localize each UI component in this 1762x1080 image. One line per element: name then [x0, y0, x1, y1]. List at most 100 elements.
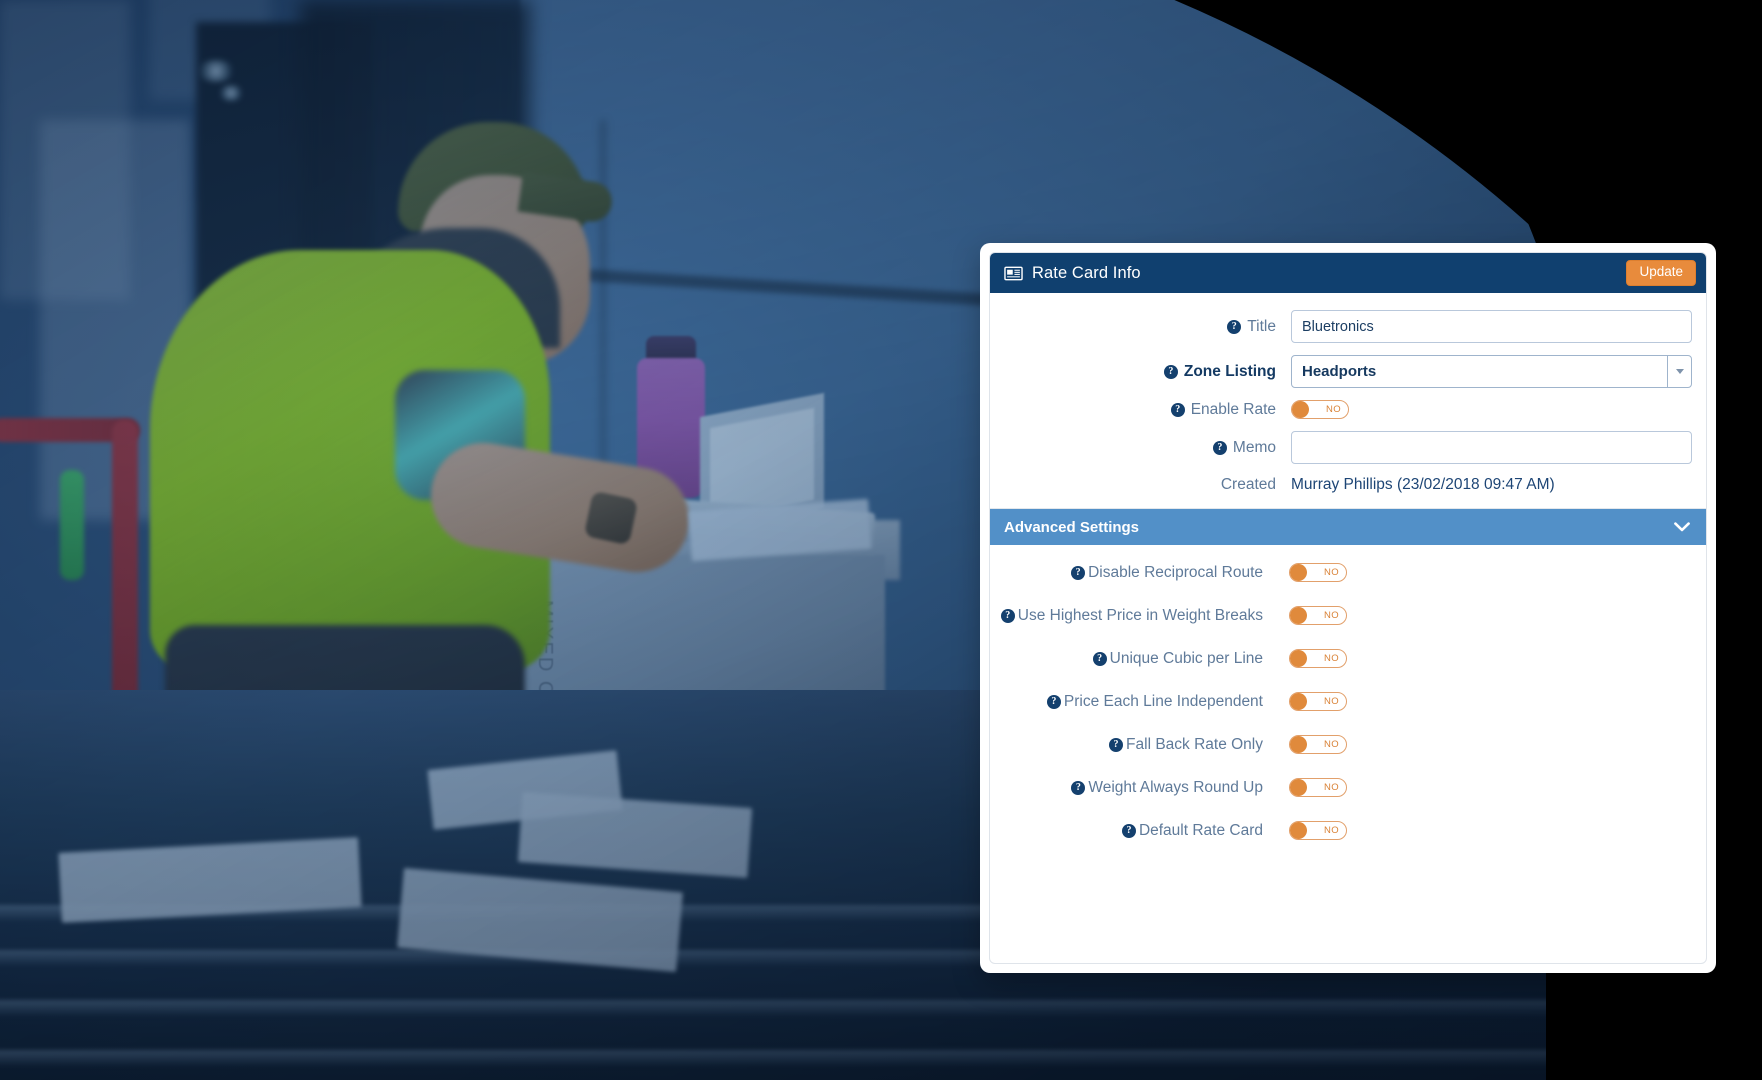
- label-zone-listing: ? Zone Listing: [1004, 363, 1291, 381]
- advanced-settings-title: Advanced Settings: [1004, 518, 1140, 536]
- use-highest-price-in-weight-breaks-toggle[interactable]: NO: [1289, 606, 1347, 625]
- control-memo: [1291, 431, 1692, 464]
- help-icon-zone-listing[interactable]: ?: [1163, 364, 1178, 379]
- control-created: Murray Phillips (23/02/2018 09:47 AM): [1291, 476, 1692, 494]
- control-price-each-line-independent: NO: [1263, 692, 1692, 711]
- zone-listing-value: Headports: [1302, 363, 1377, 380]
- label-enable-rate-text: Enable Rate: [1190, 400, 1276, 418]
- label-default-rate-card: ? Default Rate Card: [1004, 822, 1263, 840]
- id-card-icon: [1004, 266, 1023, 280]
- label-title: ? Title: [1004, 318, 1291, 336]
- zone-listing-select[interactable]: Headports: [1291, 355, 1692, 388]
- help-icon-weight-always-round-up[interactable]: ?: [1071, 780, 1086, 795]
- label-disable-reciprocal-route: ? Disable Reciprocal Route: [1004, 564, 1263, 582]
- zone-listing-dropdown-button[interactable]: [1667, 356, 1691, 387]
- title-input[interactable]: [1291, 310, 1692, 343]
- control-weight-always-round-up: NO: [1263, 778, 1692, 797]
- enable-rate-toggle[interactable]: NO: [1291, 400, 1349, 419]
- label-weight-always-round-up: ? Weight Always Round Up: [1004, 779, 1263, 797]
- update-button[interactable]: Update: [1626, 260, 1696, 286]
- label-created: Created: [1004, 476, 1291, 494]
- advanced-row-default-rate-card: ? Default Rate Card NO: [1004, 821, 1692, 840]
- label-unique-cubic-per-line: ? Unique Cubic per Line: [1004, 650, 1263, 668]
- rate-card-panel-frame: Rate Card Info Update ? Title ? Zone Lis…: [980, 243, 1716, 973]
- label-enable-rate: ? Enable Rate: [1004, 401, 1291, 419]
- unique-cubic-per-line-toggle[interactable]: NO: [1289, 649, 1347, 668]
- label-disable-reciprocal-route-text: Disable Reciprocal Route: [1088, 563, 1263, 581]
- help-icon-use-highest-price-in-weight-breaks[interactable]: ?: [1000, 608, 1015, 623]
- help-icon-disable-reciprocal-route[interactable]: ?: [1071, 565, 1086, 580]
- help-icon-price-each-line-independent[interactable]: ?: [1046, 694, 1061, 709]
- created-value: Murray Phillips (23/02/2018 09:47 AM): [1291, 476, 1555, 493]
- enable-rate-toggle-state: NO: [1325, 404, 1341, 415]
- toggle-knob: [1290, 736, 1307, 753]
- toggle-knob: [1290, 607, 1307, 624]
- advanced-row-fall-back-rate-only: ? Fall Back Rate Only NO: [1004, 735, 1692, 754]
- toggle-knob: [1290, 693, 1307, 710]
- help-icon-unique-cubic-per-line[interactable]: ?: [1092, 651, 1107, 666]
- label-fall-back-rate-only: ? Fall Back Rate Only: [1004, 736, 1263, 754]
- help-icon-default-rate-card[interactable]: ?: [1121, 823, 1136, 838]
- label-price-each-line-independent-text: Price Each Line Independent: [1063, 692, 1263, 710]
- price-each-line-independent-toggle[interactable]: NO: [1289, 692, 1347, 711]
- field-row-title: ? Title: [1004, 310, 1692, 343]
- help-icon-title[interactable]: ?: [1227, 319, 1242, 334]
- weight-always-round-up-toggle[interactable]: NO: [1289, 778, 1347, 797]
- label-created-text: Created: [1220, 476, 1276, 493]
- advanced-settings-body: ? Disable Reciprocal Route NO ? Use High…: [990, 545, 1706, 840]
- field-row-enable-rate: ? Enable Rate NO: [1004, 400, 1692, 419]
- control-zone-listing: Headports: [1291, 355, 1692, 388]
- default-rate-card-toggle[interactable]: NO: [1289, 821, 1347, 840]
- toggle-knob: [1290, 650, 1307, 667]
- advanced-settings-section: Advanced Settings ? Disable Reciprocal R…: [990, 508, 1706, 840]
- fall-back-rate-only-toggle[interactable]: NO: [1289, 735, 1347, 754]
- toggle-knob: [1292, 401, 1309, 418]
- control-unique-cubic-per-line: NO: [1263, 649, 1692, 668]
- panel-header: Rate Card Info Update: [990, 253, 1706, 293]
- control-title: [1291, 310, 1692, 343]
- memo-input[interactable]: [1291, 431, 1692, 464]
- unique-cubic-per-line-toggle-state: NO: [1323, 653, 1339, 664]
- label-fall-back-rate-only-text: Fall Back Rate Only: [1126, 735, 1263, 753]
- default-rate-card-toggle-state: NO: [1323, 825, 1339, 836]
- label-price-each-line-independent: ? Price Each Line Independent: [1004, 693, 1263, 711]
- field-row-created: Created Murray Phillips (23/02/2018 09:4…: [1004, 476, 1692, 494]
- advanced-row-price-each-line-independent: ? Price Each Line Independent NO: [1004, 692, 1692, 711]
- disable-reciprocal-route-toggle[interactable]: NO: [1289, 563, 1347, 582]
- chevron-down-icon[interactable]: [1674, 522, 1690, 532]
- advanced-row-weight-always-round-up: ? Weight Always Round Up NO: [1004, 778, 1692, 797]
- field-row-zone-listing: ? Zone Listing Headports: [1004, 355, 1692, 388]
- label-memo-text: Memo: [1232, 438, 1276, 456]
- label-use-highest-price-in-weight-breaks-text: Use Highest Price in Weight Breaks: [1017, 606, 1263, 624]
- label-weight-always-round-up-text: Weight Always Round Up: [1088, 778, 1263, 796]
- label-zone-listing-text: Zone Listing: [1183, 362, 1276, 380]
- rate-card-panel: Rate Card Info Update ? Title ? Zone Lis…: [989, 252, 1707, 964]
- toggle-knob: [1290, 779, 1307, 796]
- use-highest-price-in-weight-breaks-toggle-state: NO: [1323, 610, 1339, 621]
- toggle-knob: [1290, 822, 1307, 839]
- control-default-rate-card: NO: [1263, 821, 1692, 840]
- label-use-highest-price-in-weight-breaks: ? Use Highest Price in Weight Breaks: [1000, 606, 1263, 625]
- advanced-row-use-highest-price-in-weight-breaks: ? Use Highest Price in Weight Breaks NO: [1000, 606, 1692, 625]
- control-enable-rate: NO: [1291, 400, 1692, 419]
- help-icon-enable-rate[interactable]: ?: [1170, 402, 1185, 417]
- chevron-down-icon: [1675, 369, 1684, 374]
- control-fall-back-rate-only: NO: [1263, 735, 1692, 754]
- help-icon-memo[interactable]: ?: [1212, 440, 1227, 455]
- label-title-text: Title: [1247, 317, 1276, 335]
- advanced-settings-header[interactable]: Advanced Settings: [990, 509, 1706, 545]
- control-use-highest-price-in-weight-breaks: NO: [1263, 606, 1692, 625]
- help-icon-fall-back-rate-only[interactable]: ?: [1109, 737, 1124, 752]
- advanced-row-disable-reciprocal-route: ? Disable Reciprocal Route NO: [1004, 563, 1692, 582]
- label-memo: ? Memo: [1004, 439, 1291, 457]
- label-default-rate-card-text: Default Rate Card: [1138, 821, 1263, 839]
- fall-back-rate-only-toggle-state: NO: [1323, 739, 1339, 750]
- field-row-memo: ? Memo: [1004, 431, 1692, 464]
- price-each-line-independent-toggle-state: NO: [1323, 696, 1339, 707]
- label-unique-cubic-per-line-text: Unique Cubic per Line: [1109, 649, 1263, 667]
- control-disable-reciprocal-route: NO: [1263, 563, 1692, 582]
- panel-title: Rate Card Info: [1032, 263, 1141, 282]
- toggle-knob: [1290, 564, 1307, 581]
- panel-body: ? Title ? Zone Listing Headports: [990, 293, 1706, 840]
- weight-always-round-up-toggle-state: NO: [1323, 782, 1339, 793]
